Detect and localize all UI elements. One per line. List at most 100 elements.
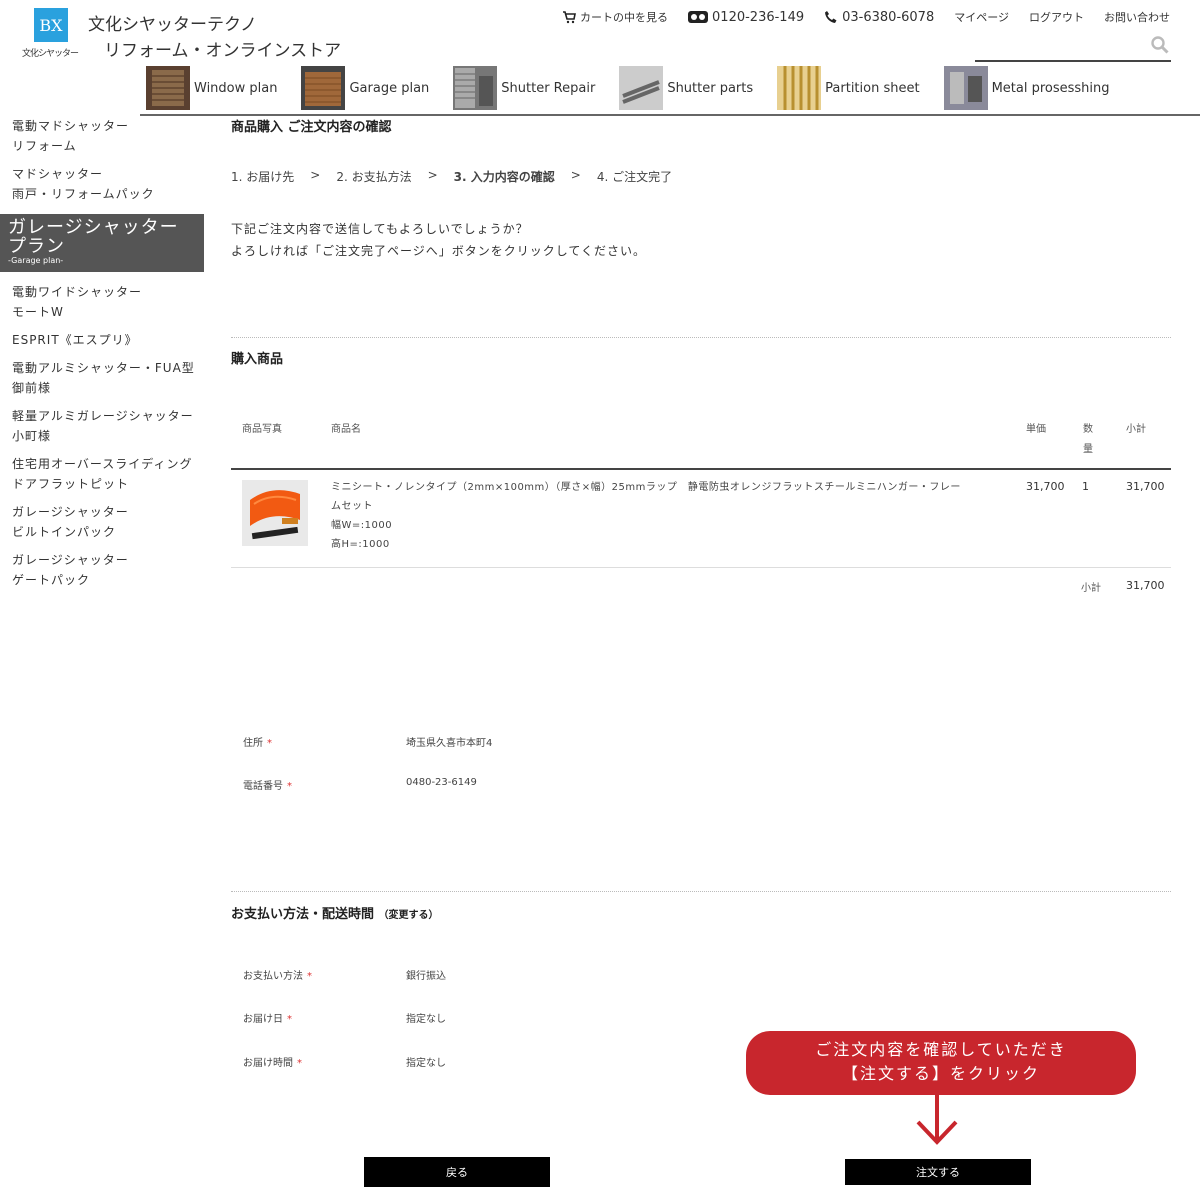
cart-link[interactable]: カートの中を見る bbox=[562, 9, 668, 25]
callout-line-1: ご注文内容を確認していただき bbox=[815, 1040, 1067, 1059]
cart-icon bbox=[563, 11, 577, 24]
sidebar-item-label: 住宅用オーバースライディング bbox=[12, 457, 193, 471]
col-header-qty-1: 数 bbox=[1083, 424, 1093, 435]
sidebar-item-label: マドシャッター bbox=[12, 167, 104, 181]
freedial-link[interactable]: 0120-236-149 bbox=[688, 10, 804, 25]
sidebar-item-esprit[interactable]: ESPRIT《エスプリ》 bbox=[0, 330, 205, 350]
sidebar-item-mote-w[interactable]: 電動ワイドシャッター モートW bbox=[0, 282, 205, 322]
step-confirm-current: 3. 入力内容の確認 bbox=[453, 170, 555, 184]
col-header-qty-2: 量 bbox=[1083, 444, 1093, 455]
freedial-label: 0120-236-149 bbox=[712, 9, 805, 25]
delivery-date-label: お届け日 * bbox=[243, 1010, 292, 1025]
category-label: Partition sheet bbox=[825, 80, 920, 96]
sidebar-item-komachi[interactable]: 軽量アルミガレージシャッター 小町様 bbox=[0, 406, 205, 446]
sidebar-head-title2: プラン bbox=[8, 236, 65, 257]
product-subtotal: 31,700 bbox=[1126, 480, 1165, 493]
required-mark: * bbox=[307, 971, 312, 982]
sidebar-head-title: ガレージシャッター bbox=[8, 217, 179, 238]
phone-label: 03-6380-6078 bbox=[842, 9, 935, 25]
required-mark: * bbox=[287, 1014, 292, 1025]
table-row-line bbox=[231, 567, 1171, 568]
sidebar-item-overslider[interactable]: 住宅用オーバースライディング ドアフラットピット bbox=[0, 454, 205, 494]
confirm-line-2: よろしければ「ご注文完了ページへ」ボタンをクリックしてください。 bbox=[231, 244, 647, 258]
sidebar-item-label: 軽量アルミガレージシャッター bbox=[12, 409, 194, 423]
step-payment: 2. お支払方法 bbox=[336, 170, 412, 184]
phone-label-text: 電話番号 bbox=[243, 781, 283, 792]
partition-sheet-thumbnail bbox=[777, 66, 822, 110]
sidebar-item-fua[interactable]: 電動アルミシャッター・FUA型 御前様 bbox=[0, 358, 205, 398]
mypage-link[interactable]: マイページ bbox=[954, 9, 1009, 25]
category-shutter-repair[interactable]: Shutter Repair bbox=[453, 66, 595, 110]
phone-value: 0480-23-6149 bbox=[406, 777, 477, 788]
freedial-icon bbox=[688, 11, 709, 23]
logout-link[interactable]: ログアウト bbox=[1029, 9, 1084, 25]
phone-label: 電話番号 * bbox=[243, 777, 292, 792]
shutter-parts-thumbnail bbox=[619, 66, 664, 110]
confirm-message: 下記ご注文内容で送信してもよろしいでしょうか？ よろしければ「ご注文完了ページへ… bbox=[231, 218, 646, 262]
payment-section-title: お支払い方法・配送時間 （変更する） bbox=[231, 903, 439, 922]
contact-link[interactable]: お問い合わせ bbox=[1104, 9, 1170, 25]
sidebar-item-label: 電動アルミシャッター・FUA型 bbox=[12, 361, 195, 375]
required-mark: * bbox=[267, 738, 272, 749]
required-mark: * bbox=[297, 1058, 302, 1069]
product-photo bbox=[242, 480, 308, 546]
back-button[interactable]: 戻る bbox=[364, 1157, 550, 1187]
delivery-date-label-text: お届け日 bbox=[243, 1014, 283, 1025]
phone-link[interactable]: 03-6380-6078 bbox=[824, 10, 934, 25]
category-label: Garage plan bbox=[349, 80, 430, 96]
sidebar-item-sublabel: モートW bbox=[12, 305, 64, 319]
top-nav: カートの中を見る 0120-236-149 03-6380-6078 マイページ… bbox=[562, 9, 1170, 25]
category-shutter-parts[interactable]: Shutter parts bbox=[619, 66, 753, 110]
table-header-line bbox=[231, 468, 1171, 470]
col-header-subtotal: 小計 bbox=[1126, 424, 1146, 435]
sidebar-section-garage-plan[interactable]: ガレージシャッター プラン -Garage plan- bbox=[0, 214, 204, 272]
product-price: 31,700 bbox=[1026, 480, 1065, 493]
col-header-price: 単価 bbox=[1026, 424, 1046, 435]
garage-plan-thumbnail bbox=[301, 66, 346, 110]
phone-icon bbox=[825, 11, 837, 23]
product-width: 幅W=:1000 bbox=[331, 520, 393, 531]
brand-name[interactable]: 文化シヤッターテクノ bbox=[88, 10, 257, 35]
category-label: Metal prosesshing bbox=[991, 80, 1110, 96]
sidebar-item-window-shutter[interactable]: マドシャッター 雨戸・リフォームパック bbox=[0, 164, 205, 204]
search-input[interactable] bbox=[975, 32, 1171, 62]
delivery-date-value: 指定なし bbox=[406, 1014, 446, 1025]
sidebar-item-sublabel: ビルトインパック bbox=[12, 525, 117, 539]
category-partition-sheet[interactable]: Partition sheet bbox=[777, 66, 920, 110]
category-garage-plan[interactable]: Garage plan bbox=[301, 66, 429, 110]
required-mark: * bbox=[287, 781, 292, 792]
step-separator: > bbox=[427, 168, 438, 182]
section-divider bbox=[231, 891, 1171, 892]
confirm-line-1: 下記ご注文内容で送信してもよろしいでしょうか？ bbox=[231, 222, 529, 236]
products-section-title: 購入商品 bbox=[231, 352, 284, 367]
category-window-plan[interactable]: Window plan bbox=[146, 66, 277, 110]
change-payment-link[interactable]: （変更する） bbox=[379, 910, 439, 921]
product-name-line-2: ムセット bbox=[331, 501, 373, 512]
sidebar-item-sublabel: 雨戸・リフォームパック bbox=[12, 187, 155, 201]
sidebar-item-label: ガレージシャッター bbox=[12, 505, 129, 519]
arrow-down-icon bbox=[916, 1094, 958, 1145]
category-label: Window plan bbox=[194, 80, 278, 96]
sidebar-item-builtin-pack[interactable]: ガレージシャッター ビルトインパック bbox=[0, 502, 205, 542]
sidebar-item-label: ESPRIT《エスプリ》 bbox=[12, 333, 138, 347]
sidebar-item-electric-window-shutter[interactable]: 電動マドシャッター リフォーム bbox=[0, 116, 205, 156]
logo-small-text: 文化シヤッター bbox=[22, 49, 79, 59]
category-label: Shutter Repair bbox=[501, 80, 596, 96]
sidebar-item-gate-pack[interactable]: ガレージシャッター ゲートパック bbox=[0, 550, 205, 590]
page-title: 商品購入 ご注文内容の確認 bbox=[231, 120, 392, 135]
sidebar-item-sublabel: リフォーム bbox=[12, 139, 77, 153]
brand-subtitle: リフォーム・オンラインストア bbox=[104, 41, 342, 61]
product-qty: 1 bbox=[1082, 480, 1089, 493]
category-metal-processing[interactable]: Metal prosesshing bbox=[943, 66, 1110, 110]
delivery-time-value: 指定なし bbox=[406, 1058, 446, 1069]
product-photo-graphic bbox=[242, 480, 308, 546]
section-divider bbox=[231, 337, 1171, 338]
sidebar-item-label: 電動ワイドシャッター bbox=[12, 285, 143, 299]
logo-mark[interactable]: BX bbox=[34, 8, 68, 42]
step-separator: > bbox=[570, 168, 581, 182]
sidebar: 電動マドシャッター リフォーム マドシャッター 雨戸・リフォームパック ガレージ… bbox=[0, 116, 205, 590]
search-icon[interactable] bbox=[1151, 36, 1169, 54]
address-label-text: 住所 bbox=[243, 738, 263, 749]
order-button[interactable]: 注文する bbox=[845, 1159, 1031, 1185]
address-label: 住所 * bbox=[243, 734, 272, 749]
